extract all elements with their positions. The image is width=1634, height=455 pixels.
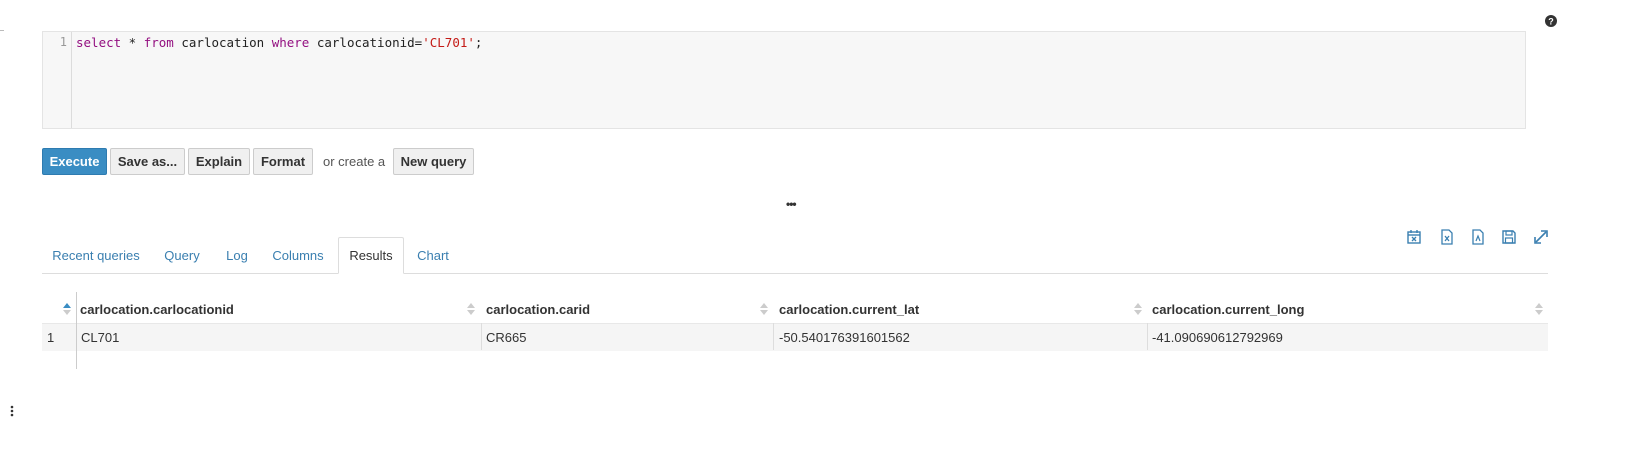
edge-marker <box>0 30 4 31</box>
editor-gutter: 1 <box>43 32 72 128</box>
cell-current-long[interactable]: -41.090690612792969 <box>1152 330 1283 345</box>
tab-results[interactable]: Results <box>338 237 404 274</box>
row-number-divider <box>76 292 77 369</box>
sql-string: 'CL701' <box>422 35 475 50</box>
export-csv-icon[interactable] <box>1470 229 1486 245</box>
cell-current-lat[interactable]: -50.540176391601562 <box>779 330 910 345</box>
sql-text: carlocationid= <box>309 35 423 50</box>
sql-keyword: select <box>76 35 122 50</box>
column-header-carid[interactable]: carlocation.carid <box>486 302 590 317</box>
format-button[interactable]: Format <box>253 148 313 175</box>
tab-log[interactable]: Log <box>218 237 256 273</box>
column-header-current-long[interactable]: carlocation.current_long <box>1152 302 1304 317</box>
column-separator <box>481 323 482 350</box>
sql-keyword: where <box>271 35 310 50</box>
resize-handle[interactable]: ••• <box>786 197 797 211</box>
help-icon[interactable]: ? <box>1545 15 1557 27</box>
code-line[interactable]: select * from carlocation where carlocat… <box>76 35 482 50</box>
save-as-button[interactable]: Save as... <box>110 148 185 175</box>
export-excel-icon[interactable] <box>1439 229 1455 245</box>
new-query-button[interactable]: New query <box>393 148 474 175</box>
fullscreen-icon[interactable] <box>1533 229 1549 245</box>
execute-button[interactable]: Execute <box>42 148 107 175</box>
line-number: 1 <box>59 35 67 49</box>
column-header-carlocationid[interactable]: carlocation.carlocationid <box>80 302 234 317</box>
column-separator <box>1147 323 1148 350</box>
sort-icon[interactable] <box>760 302 768 316</box>
sort-icon[interactable] <box>1134 302 1142 316</box>
sort-icon[interactable] <box>1535 302 1543 316</box>
tab-query[interactable]: Query <box>156 237 208 273</box>
column-header-current-lat[interactable]: carlocation.current_lat <box>779 302 919 317</box>
cell-carid[interactable]: CR665 <box>486 330 526 345</box>
tabs-divider <box>42 273 1548 274</box>
tab-recent-queries[interactable]: Recent queries <box>44 237 148 273</box>
explain-button[interactable]: Explain <box>188 148 250 175</box>
tab-chart[interactable]: Chart <box>410 237 456 273</box>
sql-text: carlocation <box>173 35 272 50</box>
more-options-icon[interactable] <box>10 405 14 417</box>
save-results-icon[interactable] <box>1501 229 1517 245</box>
sql-text: ; <box>474 35 483 50</box>
sql-editor[interactable]: 1 select * from carlocation where carloc… <box>42 31 1526 129</box>
svg-text:?: ? <box>1548 17 1554 27</box>
sql-text: * <box>121 35 144 50</box>
clear-results-icon[interactable] <box>1406 229 1422 245</box>
sql-keyword: from <box>143 35 174 50</box>
sort-ascending-icon[interactable] <box>63 302 71 316</box>
or-create-label: or create a <box>323 154 386 169</box>
row-number: 1 <box>47 330 55 345</box>
column-separator <box>773 323 774 350</box>
cell-carlocationid[interactable]: CL701 <box>81 330 119 345</box>
sort-icon[interactable] <box>467 302 475 316</box>
tab-columns[interactable]: Columns <box>265 237 331 273</box>
